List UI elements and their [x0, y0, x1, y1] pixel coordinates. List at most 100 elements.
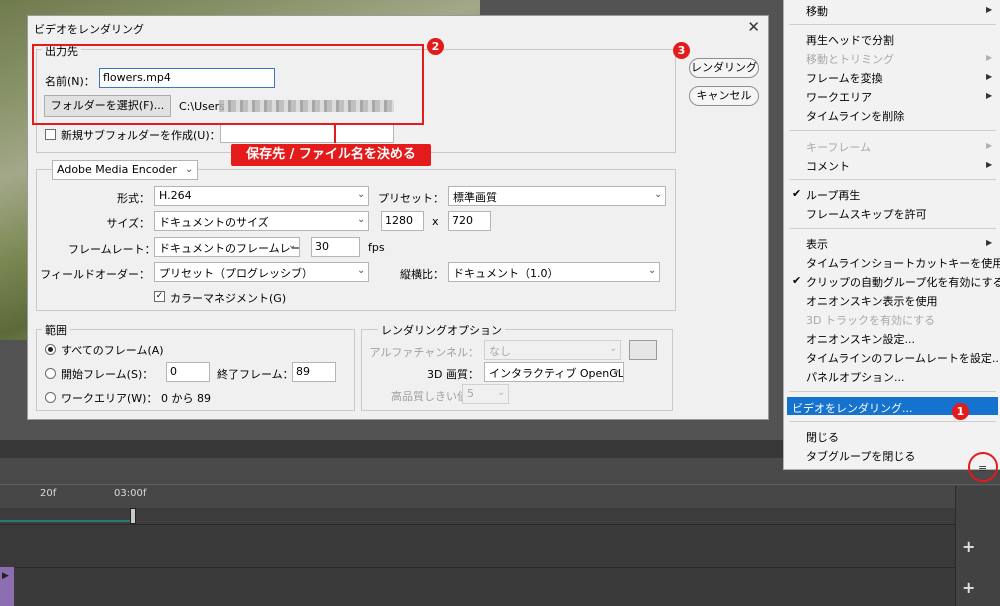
check-icon: ✔ — [792, 274, 802, 287]
annotation-callout: 保存先 / ファイル名を決める — [231, 144, 431, 166]
ruler-tick-20f: 20f — [40, 488, 57, 499]
color-management-label: カラーマネジメント(G) — [170, 292, 287, 305]
add-media-button[interactable]: + — [962, 578, 975, 597]
annotation-badge-3: 3 — [673, 42, 690, 59]
menu-separator — [789, 179, 996, 180]
menu-item-move[interactable]: 移動 — [806, 3, 828, 19]
timeline-panel-menu: 移動 ▶ 再生ヘッドで分割 移動とトリミング ▶ フレームを変換 ▶ ワークエリ… — [783, 0, 1000, 470]
chevron-down-icon: ⌄ — [654, 189, 663, 200]
alpha-channel-label: アルファチャンネル： — [369, 346, 479, 359]
size-label: サイズ： — [106, 217, 150, 230]
menu-separator — [789, 24, 996, 25]
menu-item-loop-playback[interactable]: ループ再生 — [806, 187, 860, 203]
hq-threshold-label: 高品質しきい値： — [391, 390, 479, 403]
chevron-down-icon: ⌄ — [609, 343, 618, 354]
matte-color-swatch[interactable] — [629, 340, 657, 360]
preset-select[interactable]: 標準画質 — [448, 186, 666, 206]
menu-item-render-video[interactable]: ビデオをレンダリング... — [792, 400, 913, 416]
field-order-select[interactable]: プリセット（プログレッシブ） — [154, 262, 369, 282]
menu-item-enable-3d-tracks: 3D トラックを有効にする — [806, 314, 936, 327]
menu-item-transform-frame[interactable]: フレームを変換 — [806, 70, 883, 86]
end-frame-input[interactable]: 89 — [292, 362, 336, 382]
menu-item-split[interactable]: 再生ヘッドで分割 — [806, 32, 894, 48]
framerate-select[interactable]: ドキュメントのフレームレート — [154, 237, 300, 257]
close-icon[interactable]: ✕ — [747, 18, 760, 36]
menu-item-keyframe: キーフレーム — [806, 141, 872, 154]
annotation-highlight-box — [32, 44, 424, 125]
ruler-tick-3s: 03:00f — [114, 488, 147, 499]
chevron-down-icon: ⌄ — [497, 387, 506, 398]
format-select[interactable]: H.264 — [154, 186, 369, 206]
submenu-arrow-icon: ▶ — [986, 72, 993, 81]
annotation-badge-1: 1 — [952, 403, 969, 420]
range-group-label: 範囲 — [42, 322, 70, 338]
work-area-bar[interactable] — [0, 508, 955, 524]
work-area-indicator — [0, 520, 132, 522]
format-label: 形式： — [117, 192, 150, 205]
field-order-label: フィールドオーダー： — [40, 268, 150, 281]
timeline-track[interactable] — [0, 524, 955, 567]
menu-item-auto-group-clips[interactable]: クリップの自動グループ化を有効にする — [806, 274, 1000, 290]
end-frame-label: 終了フレーム： — [217, 368, 294, 381]
submenu-arrow-icon: ▶ — [986, 160, 993, 169]
work-area-value: 0 から 89 — [161, 392, 211, 405]
subfolder-checkbox[interactable] — [45, 129, 56, 140]
submenu-arrow-icon: ▶ — [986, 91, 993, 100]
submenu-arrow-icon: ▶ — [986, 5, 993, 14]
play-icon: ▶ — [2, 571, 9, 581]
height-input[interactable]: 720 — [448, 211, 491, 231]
timeline-track[interactable] — [0, 567, 955, 606]
alpha-select[interactable]: なし — [484, 340, 621, 360]
menu-item-comment[interactable]: コメント — [806, 158, 850, 174]
quality3d-label: 3D 画質： — [427, 368, 479, 381]
size-select[interactable]: ドキュメントのサイズ — [154, 211, 369, 231]
playhead-handle[interactable] — [130, 508, 136, 524]
menu-item-delete-timeline[interactable]: タイムラインを削除 — [806, 108, 904, 124]
menu-item-onion-skin[interactable]: オニオンスキン表示を使用 — [806, 293, 937, 309]
aspect-select[interactable]: ドキュメント（1.0） — [448, 262, 660, 282]
menu-separator — [789, 421, 996, 422]
start-frame-input[interactable]: 0 — [166, 362, 210, 382]
quality3d-select[interactable]: インタラクティブ OpenGL — [484, 362, 624, 382]
work-area-radio[interactable] — [45, 392, 56, 403]
all-frames-label: すべてのフレーム(A) — [61, 344, 164, 357]
menu-item-work-area[interactable]: ワークエリア — [806, 89, 872, 105]
cancel-button[interactable]: キャンセル — [689, 86, 759, 106]
chevron-down-icon: ⌄ — [357, 214, 366, 225]
width-input[interactable]: 1280 — [381, 211, 424, 231]
color-management-checkbox[interactable]: ✓ — [154, 291, 165, 302]
aspect-label: 縦横比： — [400, 268, 444, 281]
fps-unit: fps — [368, 241, 385, 254]
dialog-title: ビデオをレンダリング — [34, 23, 144, 36]
render-button[interactable]: レンダリング — [689, 58, 759, 78]
subfolder-label: 新規サブフォルダーを作成(U)： — [61, 129, 221, 142]
menu-item-close[interactable]: 閉じる — [806, 429, 839, 445]
menu-separator — [789, 391, 996, 392]
timeline-header-divider — [0, 484, 1000, 485]
work-area-label: ワークエリア(W)： — [61, 392, 158, 405]
menu-item-panel-options[interactable]: パネルオプション... — [806, 369, 905, 385]
start-frame-radio[interactable] — [45, 368, 56, 379]
all-frames-radio[interactable] — [45, 344, 56, 355]
annotation-circle — [968, 452, 998, 482]
chevron-down-icon: ⌄ — [648, 265, 657, 276]
menu-item-allow-frame-skip[interactable]: フレームスキップを許可 — [806, 206, 927, 222]
render-options-label: レンダリングオプション — [378, 322, 505, 338]
framerate-label: フレームレート： — [68, 243, 156, 256]
menu-separator — [789, 130, 996, 131]
fps-input[interactable]: 30 — [311, 237, 360, 257]
chevron-down-icon: ⌄ — [612, 365, 621, 376]
menu-item-shortcut-keys[interactable]: タイムラインショートカットキーを使用 — [806, 255, 1000, 271]
submenu-arrow-icon: ▶ — [986, 141, 993, 150]
encoder-select[interactable]: Adobe Media Encoder — [52, 160, 198, 180]
preset-label: プリセット： — [378, 192, 444, 205]
menu-separator — [789, 228, 996, 229]
chevron-down-icon: ⌄ — [185, 164, 194, 175]
size-separator: x — [432, 215, 439, 228]
subfolder-input[interactable] — [220, 123, 394, 143]
menu-item-set-frame-rate[interactable]: タイムラインのフレームレートを設定... — [806, 350, 1000, 366]
menu-item-show[interactable]: 表示 — [806, 236, 828, 252]
menu-item-onion-skin-settings[interactable]: オニオンスキン設定... — [806, 331, 915, 347]
add-media-button[interactable]: + — [962, 537, 975, 556]
menu-item-close-tab-group[interactable]: タブグループを閉じる — [806, 448, 915, 464]
